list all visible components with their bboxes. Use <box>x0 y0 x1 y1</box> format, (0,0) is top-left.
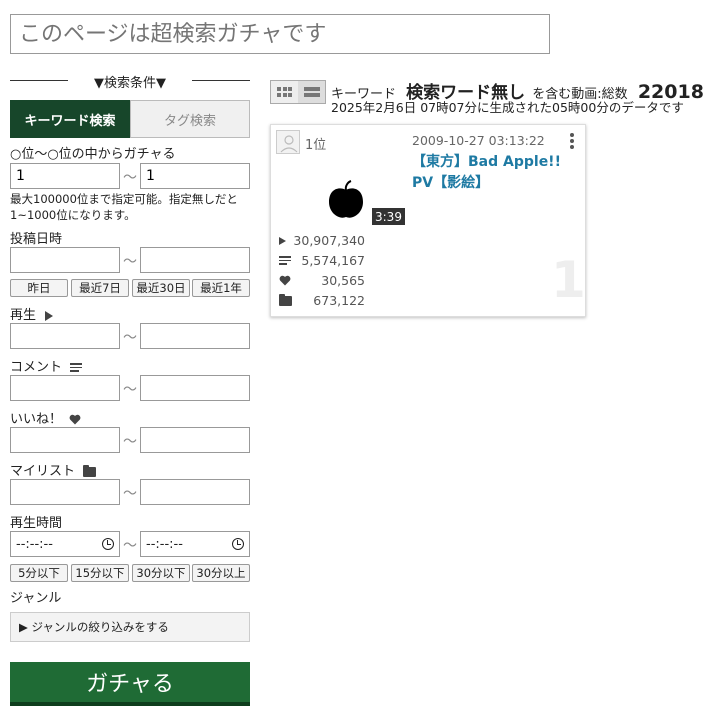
uploader-avatar <box>276 130 300 154</box>
date-yesterday-button[interactable]: 昨日 <box>10 279 68 297</box>
comments-from-input[interactable] <box>10 375 120 401</box>
mylist-label-text: マイリスト <box>10 464 76 479</box>
range-separator: 〜 <box>123 434 137 450</box>
video-title-link[interactable]: 【東方】Bad Apple!! PV【影絵】 <box>412 152 582 194</box>
rank-range-label: ○位〜○位の中からガチャる <box>10 147 176 162</box>
play-icon <box>45 310 54 321</box>
play-icon <box>279 236 286 245</box>
range-separator: 〜 <box>123 382 137 398</box>
date-7days-button[interactable]: 最近7日 <box>71 279 129 297</box>
range-separator: 〜 <box>123 538 137 554</box>
tab-keyword-search[interactable]: キーワード検索 <box>10 100 130 138</box>
comments-count: 5,574,167 <box>301 253 365 268</box>
date-1year-button[interactable]: 最近1年 <box>192 279 250 297</box>
list-view-button[interactable] <box>298 81 325 103</box>
comment-icon <box>70 361 83 374</box>
likes-to-input[interactable] <box>140 427 250 453</box>
range-separator: 〜 <box>123 486 137 502</box>
mylist-count: 673,122 <box>313 293 365 308</box>
likes-count: 30,565 <box>321 273 365 288</box>
view-toggle <box>270 80 326 104</box>
gacha-button[interactable]: ガチャる <box>10 662 250 706</box>
mylist-from-input[interactable] <box>10 479 120 505</box>
comment-icon <box>279 254 291 267</box>
likes-label-text: いいね！ <box>10 412 63 427</box>
rank-note: 最大100000位まで指定可能。指定無しだと1~1000位になります。 <box>10 192 238 222</box>
date-30days-button[interactable]: 最近30日 <box>132 279 190 297</box>
views-from-input[interactable] <box>10 323 120 349</box>
clock-icon[interactable] <box>102 538 114 550</box>
video-rank: 1位 <box>305 138 327 153</box>
post-date-label: 投稿日時 <box>10 232 63 247</box>
post-date-from-input[interactable] <box>10 247 120 273</box>
time-placeholder: --:--:-- <box>146 536 183 552</box>
list-icon <box>303 86 320 99</box>
grid-icon <box>277 87 292 97</box>
heart-icon <box>69 414 81 425</box>
video-thumbnail[interactable] <box>327 180 365 220</box>
views-label-text: 再生 <box>10 308 37 323</box>
grid-view-button[interactable] <box>271 81 298 103</box>
views-stat: 30,907,340 <box>279 233 365 248</box>
mylist-to-input[interactable] <box>140 479 250 505</box>
clock-icon[interactable] <box>232 538 244 550</box>
comments-stat: 5,574,167 <box>279 253 365 268</box>
duration-over30-button[interactable]: 30分以上 <box>192 564 250 582</box>
mylist-label: マイリスト <box>10 460 97 479</box>
generated-note: 2025年2月6日 07時07分に生成された05時00分のデータです <box>331 100 684 115</box>
duration-label: 再生時間 <box>10 516 63 531</box>
likes-from-input[interactable] <box>10 427 120 453</box>
search-input[interactable] <box>10 14 550 54</box>
range-separator: 〜 <box>123 170 137 186</box>
search-conditions-title: ▼検索条件▼ <box>94 76 166 91</box>
video-card[interactable]: 1位 2009-10-27 03:13:22 【東方】Bad Apple!! P… <box>270 124 586 317</box>
views-to-input[interactable] <box>140 323 250 349</box>
views-count: 30,907,340 <box>293 233 365 248</box>
more-menu-icon[interactable] <box>569 133 575 151</box>
duration-15min-button[interactable]: 15分以下 <box>71 564 129 582</box>
duration-to-input[interactable]: --:--:-- <box>140 531 250 557</box>
time-placeholder: --:--:-- <box>16 536 53 552</box>
views-label: 再生 <box>10 304 54 323</box>
range-separator: 〜 <box>123 254 137 270</box>
duration-from-input[interactable]: --:--:-- <box>10 531 120 557</box>
comments-label-text: コメント <box>10 360 63 375</box>
video-post-date: 2009-10-27 03:13:22 <box>412 133 545 148</box>
video-duration: 3:39 <box>372 208 405 225</box>
divider-left <box>10 80 68 81</box>
mylist-stat: 673,122 <box>279 293 365 308</box>
genre-label: ジャンル <box>10 591 62 606</box>
post-date-to-input[interactable] <box>140 247 250 273</box>
comments-label: コメント <box>10 356 83 375</box>
divider-right <box>192 80 250 81</box>
duration-30min-button[interactable]: 30分以下 <box>132 564 190 582</box>
folder-icon <box>83 464 97 477</box>
folder-icon <box>279 293 292 306</box>
range-separator: 〜 <box>123 330 137 346</box>
rank-to-input[interactable] <box>140 163 250 189</box>
likes-stat: 30,565 <box>279 273 365 288</box>
duration-5min-button[interactable]: 5分以下 <box>10 564 68 582</box>
likes-label: いいね！ <box>10 408 81 427</box>
user-icon <box>280 135 298 153</box>
comments-to-input[interactable] <box>140 375 250 401</box>
heart-icon <box>279 275 291 286</box>
tab-tag-search[interactable]: タグ検索 <box>130 100 250 138</box>
rank-from-input[interactable] <box>10 163 120 189</box>
genre-filter-toggle[interactable]: ▶ ジャンルの絞り込みをする <box>10 612 250 642</box>
rank-watermark: 1 <box>551 251 586 309</box>
